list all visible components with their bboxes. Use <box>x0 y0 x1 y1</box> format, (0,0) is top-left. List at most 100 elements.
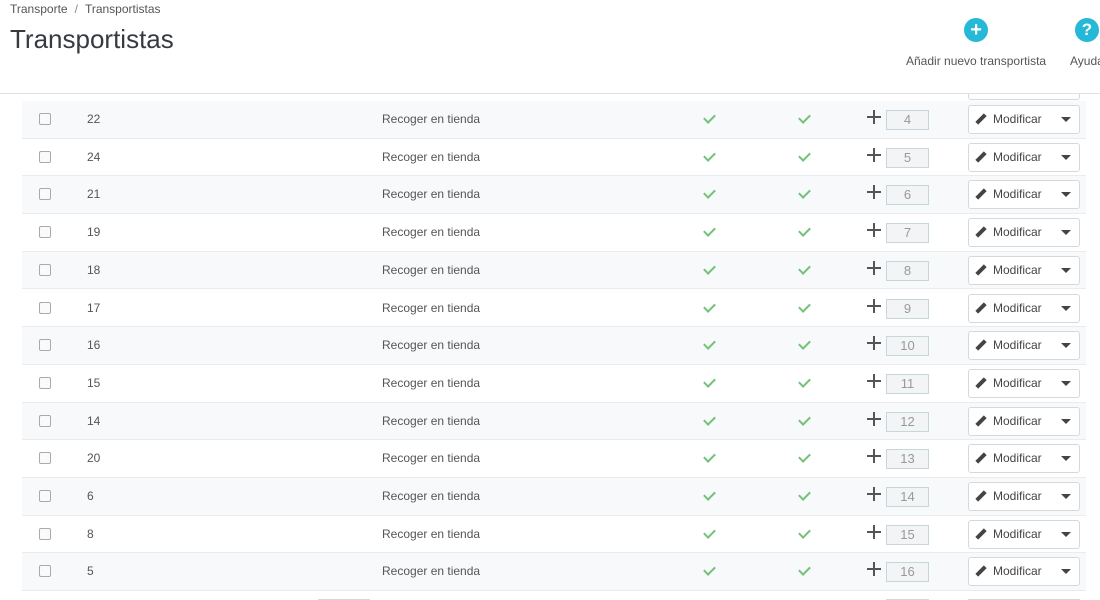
table-row: 15 Recoger en tienda 11 Modificar <box>22 364 1086 403</box>
check-icon[interactable] <box>703 450 716 464</box>
check-icon[interactable] <box>798 525 811 539</box>
row-checkbox[interactable] <box>39 226 51 239</box>
edit-button-label: Modificar <box>993 300 1042 315</box>
check-icon[interactable] <box>798 488 811 501</box>
drag-handle-icon[interactable] <box>867 449 881 464</box>
check-icon[interactable] <box>798 111 811 124</box>
edit-button[interactable]: Modificar <box>969 219 1053 246</box>
pencil-icon <box>975 301 987 314</box>
row-action-group: Modificar <box>968 368 1080 398</box>
caret-down-icon[interactable] <box>1053 106 1079 133</box>
check-icon[interactable] <box>798 148 811 162</box>
page-title: Transportistas <box>10 24 174 54</box>
row-checkbox[interactable] <box>39 301 51 314</box>
caret-down-icon[interactable] <box>1053 144 1079 171</box>
edit-button-label: Modificar <box>993 187 1042 202</box>
edit-button[interactable]: Modificar <box>969 445 1053 472</box>
check-icon[interactable] <box>798 563 811 577</box>
caret-down-icon[interactable] <box>1053 181 1079 208</box>
edit-button[interactable]: Modificar <box>969 181 1053 208</box>
drag-handle-icon[interactable] <box>867 411 881 426</box>
position-value: 5 <box>886 147 929 168</box>
caret-down-icon[interactable] <box>1053 445 1079 472</box>
edit-button[interactable]: Modificar <box>969 106 1053 133</box>
edit-button-label: Modificar <box>993 112 1042 126</box>
check-icon[interactable] <box>703 148 716 162</box>
check-icon[interactable] <box>703 224 716 237</box>
edit-button[interactable]: Modificar <box>969 483 1053 510</box>
drag-handle-icon[interactable] <box>867 524 881 539</box>
check-icon[interactable] <box>703 337 716 351</box>
carrier-name: Recoger en tienda <box>382 225 481 240</box>
carrier-name: Recoger en tienda <box>382 526 481 541</box>
drag-handle-icon[interactable] <box>867 110 881 124</box>
drag-handle-icon[interactable] <box>867 185 881 200</box>
row-checkbox[interactable] <box>39 527 51 540</box>
row-checkbox[interactable] <box>39 490 51 502</box>
edit-button[interactable]: Modificar <box>969 370 1053 397</box>
check-icon[interactable] <box>798 224 811 237</box>
drag-handle-icon[interactable] <box>867 336 881 351</box>
row-checkbox[interactable] <box>39 339 51 352</box>
check-icon[interactable] <box>798 261 811 275</box>
row-checkbox[interactable] <box>39 263 51 276</box>
row-action-button-partial[interactable] <box>968 94 1080 100</box>
row-checkbox[interactable] <box>39 150 51 163</box>
edit-button[interactable]: Modificar <box>969 408 1053 435</box>
breadcrumb-parent[interactable]: Transporte <box>10 2 68 16</box>
table-row: 18 Recoger en tienda 8 Modificar <box>22 251 1086 290</box>
caret-down-icon[interactable] <box>1053 521 1079 548</box>
check-icon[interactable] <box>798 299 811 313</box>
check-icon[interactable] <box>798 375 811 388</box>
check-icon[interactable] <box>703 412 716 426</box>
check-icon[interactable] <box>703 261 716 275</box>
drag-handle-icon[interactable] <box>867 298 881 313</box>
drag-handle-icon[interactable] <box>867 373 881 388</box>
row-checkbox[interactable] <box>39 414 51 427</box>
add-carrier-button[interactable]: + Añadir nuevo transportista <box>906 18 1046 68</box>
table-row: 14 Recoger en tienda 12 Modificar <box>22 402 1086 441</box>
check-icon[interactable] <box>703 186 716 200</box>
edit-button[interactable]: Modificar <box>969 332 1053 359</box>
row-checkbox[interactable] <box>39 565 51 578</box>
carrier-name: Recoger en tienda <box>382 489 481 503</box>
row-checkbox[interactable] <box>39 188 51 201</box>
caret-down-icon[interactable] <box>1053 370 1079 397</box>
check-icon[interactable] <box>798 186 811 200</box>
check-icon[interactable] <box>798 412 811 426</box>
drag-handle-icon[interactable] <box>867 487 881 501</box>
check-icon[interactable] <box>703 111 716 124</box>
edit-button[interactable]: Modificar <box>969 144 1053 171</box>
help-button[interactable]: ? Ayuda <box>1070 18 1100 68</box>
caret-down-icon[interactable] <box>1053 483 1079 510</box>
row-checkbox[interactable] <box>39 452 51 465</box>
breadcrumb: Transporte / Transportistas <box>10 2 161 16</box>
check-icon[interactable] <box>798 450 811 464</box>
edit-button[interactable]: Modificar <box>969 558 1053 585</box>
caret-down-icon[interactable] <box>1053 408 1079 435</box>
row-checkbox[interactable] <box>39 113 51 125</box>
carrier-name: Recoger en tienda <box>382 262 481 277</box>
row-checkbox[interactable] <box>39 376 51 389</box>
check-icon[interactable] <box>703 375 716 388</box>
drag-handle-icon[interactable] <box>867 562 881 577</box>
caret-down-icon[interactable] <box>1053 295 1079 322</box>
check-icon[interactable] <box>703 563 716 577</box>
edit-button[interactable]: Modificar <box>969 257 1053 284</box>
check-icon[interactable] <box>798 337 811 351</box>
caret-down-icon[interactable] <box>1053 558 1079 585</box>
caret-down-icon[interactable] <box>1053 219 1079 246</box>
edit-button[interactable]: Modificar <box>969 295 1053 322</box>
drag-handle-icon[interactable] <box>867 147 881 162</box>
carrier-name: Recoger en tienda <box>382 112 481 126</box>
drag-handle-icon[interactable] <box>867 260 881 275</box>
drag-handle-icon[interactable] <box>867 223 881 238</box>
check-icon[interactable] <box>703 299 716 313</box>
edit-button[interactable]: Modificar <box>969 521 1053 548</box>
check-icon[interactable] <box>703 488 716 501</box>
breadcrumb-current[interactable]: Transportistas <box>85 2 161 16</box>
caret-down-icon[interactable] <box>1053 257 1079 284</box>
caret-down-icon[interactable] <box>1053 332 1079 359</box>
check-icon[interactable] <box>703 525 716 539</box>
row-action-group: Modificar <box>968 406 1080 436</box>
